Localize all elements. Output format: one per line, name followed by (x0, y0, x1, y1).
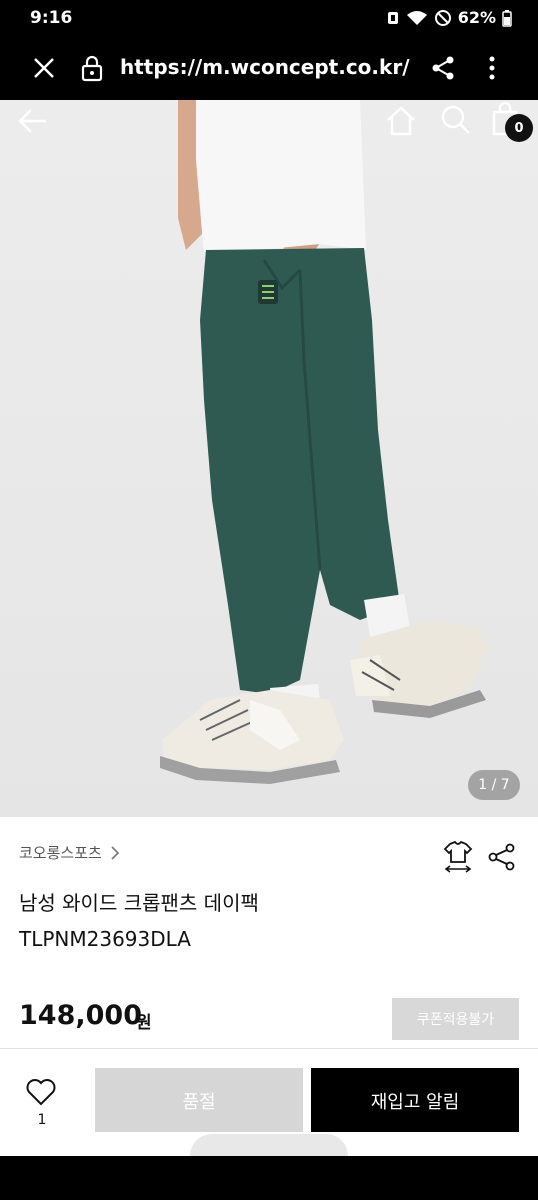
soldout-button[interactable]: 품절 (95, 1068, 303, 1134)
product-code: TLPNM23693DLA (19, 927, 191, 951)
price-unit: 원 (136, 1013, 152, 1033)
coupon-button[interactable]: 쿠폰적용불가 (392, 998, 519, 1040)
dnd-icon (434, 9, 451, 26)
status-time: 9:16 (30, 8, 73, 28)
battery-icon (502, 9, 512, 27)
heart-icon (26, 1079, 56, 1106)
brand-link[interactable]: 코오롱스포츠 (19, 842, 120, 863)
divider (0, 1048, 538, 1049)
restock-alert-button[interactable]: 재입고 알림 (311, 1068, 519, 1134)
battery-percent: 62% (457, 8, 496, 27)
chevron-right-icon (111, 845, 119, 860)
image-page-indicator: 1 / 7 (468, 770, 520, 800)
browser-toolbar: https://m.wconcept.co.kr/Pr (0, 36, 538, 100)
fit-size-icon[interactable] (442, 840, 474, 874)
like-button[interactable]: 1 (22, 1078, 62, 1134)
url-field[interactable]: https://m.wconcept.co.kr/Pr (120, 55, 410, 79)
like-count: 1 (37, 1112, 47, 1128)
status-bar: 9:16 62% (0, 0, 538, 36)
search-icon[interactable] (440, 104, 472, 136)
status-icons: 62% (386, 8, 512, 27)
brand-name[interactable]: 코오롱스포츠 (19, 842, 102, 863)
product-title: 남성 와이드 크롭팬츠 데이팩 (19, 891, 259, 915)
wifi-icon (406, 10, 427, 25)
more-vert-icon[interactable] (482, 54, 502, 82)
cart-count-badge[interactable]: 0 (505, 114, 533, 142)
lock-icon[interactable] (80, 54, 104, 82)
product-price: 148,000 (19, 1000, 142, 1031)
product-image-gallery[interactable]: 0 1 / 7 (0, 100, 538, 817)
share-icon[interactable] (430, 54, 456, 82)
back-arrow-icon[interactable] (16, 104, 50, 138)
home-icon[interactable] (384, 104, 418, 138)
close-icon[interactable] (30, 54, 58, 82)
product-photo (160, 100, 490, 784)
notification-icon (387, 11, 398, 24)
sheet-handle[interactable] (190, 1134, 348, 1156)
share-icon[interactable] (488, 843, 516, 871)
